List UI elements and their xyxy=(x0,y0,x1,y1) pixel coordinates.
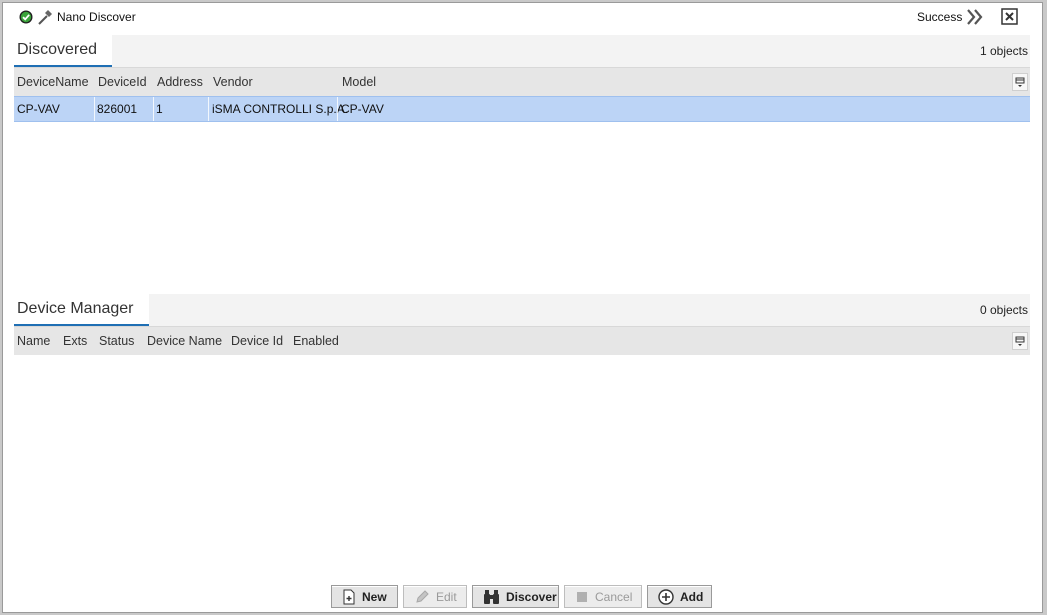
column-device-name[interactable]: Device Name xyxy=(147,334,222,348)
pencil-icon xyxy=(416,589,429,603)
cell-model: CP-VAV xyxy=(341,102,384,116)
column-model[interactable]: Model xyxy=(342,75,376,89)
column-vendor[interactable]: Vendor xyxy=(213,75,253,89)
device-manager-header: Device Manager 0 objects xyxy=(14,294,1030,326)
cell-address: 1 xyxy=(156,102,163,116)
cell-device-name: CP-VAV xyxy=(17,102,60,116)
discover-button[interactable]: Discover xyxy=(472,585,559,608)
close-box-icon[interactable] xyxy=(1001,8,1019,26)
column-exts[interactable]: Exts xyxy=(63,334,87,348)
table-row[interactable]: CP-VAV 826001 1 iSMA CONTROLLI S.p.A. CP… xyxy=(14,96,1030,122)
tab-discovered[interactable]: Discovered xyxy=(14,35,113,67)
new-button-label: New xyxy=(362,589,387,604)
tab-device-manager[interactable]: Device Manager xyxy=(14,294,149,326)
double-chevron-right-icon[interactable] xyxy=(965,8,985,26)
column-divider xyxy=(337,97,338,121)
column-chooser-icon[interactable] xyxy=(1012,332,1028,350)
column-device-id[interactable]: DeviceId xyxy=(98,75,147,89)
column-divider xyxy=(208,97,209,121)
new-button[interactable]: New xyxy=(331,585,398,608)
device-manager-pane: Device Manager 0 objects Name Exts Statu… xyxy=(14,294,1030,355)
edit-button[interactable]: Edit xyxy=(403,585,467,608)
check-circle-icon xyxy=(19,10,33,24)
action-toolbar: New Edit Discover Cancel Add xyxy=(3,583,1042,611)
discovered-header: Discovered 1 objects xyxy=(14,35,1030,67)
add-button[interactable]: Add xyxy=(647,585,712,608)
cell-device-id: 826001 xyxy=(97,102,138,116)
device-manager-column-header: Name Exts Status Device Name Device Id E… xyxy=(14,326,1030,355)
cancel-button-label: Cancel xyxy=(595,589,633,604)
column-chooser-icon[interactable] xyxy=(1012,73,1028,91)
cancel-button[interactable]: Cancel xyxy=(564,585,642,608)
edit-button-label: Edit xyxy=(436,589,457,604)
new-document-icon xyxy=(343,589,355,604)
column-name[interactable]: Name xyxy=(17,334,50,348)
add-button-label: Add xyxy=(680,589,704,604)
job-title-bar: Nano Discover Success xyxy=(3,3,1042,33)
hammer-icon xyxy=(38,10,52,25)
column-divider xyxy=(153,97,154,121)
job-title: Nano Discover xyxy=(57,10,136,24)
cell-vendor: iSMA CONTROLLI S.p.A. xyxy=(212,102,349,116)
discovered-column-header: DeviceName DeviceId Address Vendor Model xyxy=(14,67,1030,96)
discovered-count: 1 objects xyxy=(979,44,1028,58)
column-status[interactable]: Status xyxy=(99,334,134,348)
column-divider xyxy=(94,97,95,121)
stop-square-icon xyxy=(577,591,587,602)
column-device-id[interactable]: Device Id xyxy=(231,334,283,348)
discover-button-label: Discover xyxy=(506,589,557,604)
plus-circle-icon xyxy=(658,588,674,605)
column-address[interactable]: Address xyxy=(157,75,203,89)
discovered-pane: Discovered 1 objects DeviceName DeviceId… xyxy=(14,35,1030,122)
column-device-name[interactable]: DeviceName xyxy=(17,75,89,89)
device-manager-count: 0 objects xyxy=(979,303,1028,317)
nano-discover-window: Nano Discover Success Discovered 1 objec… xyxy=(3,3,1042,612)
column-enabled[interactable]: Enabled xyxy=(293,334,339,348)
binoculars-icon xyxy=(484,589,499,604)
job-state-label: Success xyxy=(917,10,963,24)
